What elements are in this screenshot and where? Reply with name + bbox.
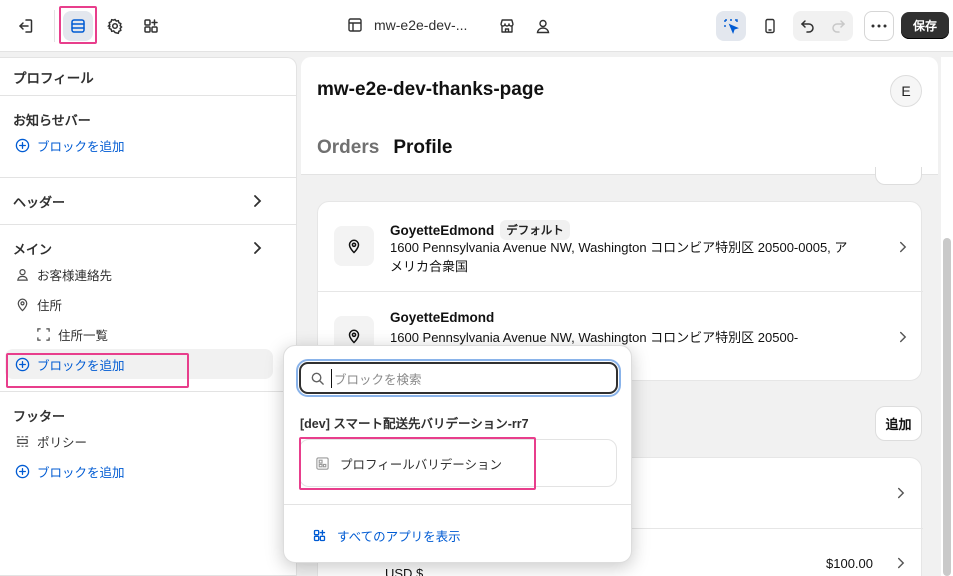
sidebar-header: プロフィール — [0, 58, 296, 96]
price: $100.00 — [826, 556, 873, 571]
block-item-label: プロフィールバリデーション — [340, 457, 503, 472]
save-button[interactable]: 保存 — [901, 12, 949, 39]
redo-button[interactable] — [823, 11, 853, 41]
chevron-right-icon — [898, 330, 907, 344]
add-block-label: ブロックを追加 — [37, 465, 125, 480]
show-all-apps-link[interactable]: すべてのアプリを表示 — [312, 526, 461, 545]
sections-icon — [69, 17, 87, 35]
app-block-icon — [315, 456, 330, 471]
default-badge: デフォルト — [500, 220, 570, 240]
apps-button[interactable] — [136, 11, 166, 41]
inspector-button[interactable] — [716, 11, 746, 41]
block-label: ポリシー — [37, 435, 88, 450]
announcement-title: お知らせバー — [13, 112, 91, 128]
inspector-icon — [722, 17, 740, 35]
location-icon — [15, 297, 30, 312]
block-label: お客様連絡先 — [37, 268, 113, 283]
announcement-section: お知らせバー ブロックを追加 — [0, 96, 296, 178]
account-icon — [534, 17, 552, 35]
preview-tabs: Orders Profile — [317, 137, 452, 159]
block-policy[interactable]: ポリシー — [0, 426, 296, 456]
currency: USD $ — [385, 566, 424, 576]
apps-icon — [142, 17, 160, 35]
preview-header: mw-e2e-dev-thanks-page E Orders Profile — [301, 57, 938, 175]
plus-circle-icon — [15, 464, 30, 479]
footer-section-title: フッター — [13, 408, 66, 424]
policy-icon — [15, 434, 30, 449]
store-button[interactable] — [492, 11, 522, 41]
location-icon — [346, 238, 362, 254]
chevron-right-icon — [252, 194, 262, 208]
chevron-right-icon[interactable] — [252, 241, 262, 255]
apps-icon — [312, 528, 327, 543]
location-icon — [346, 328, 362, 344]
address-name: GoyetteEdmond — [390, 310, 495, 325]
settings-icon — [106, 17, 124, 35]
footer-section: フッター ポリシー ブロックを追加 — [0, 392, 296, 494]
exit-icon — [16, 17, 34, 35]
header-section[interactable]: ヘッダー — [0, 178, 296, 225]
block-address[interactable]: 住所 — [0, 289, 296, 319]
preview-scrollbar-thumb[interactable] — [943, 238, 951, 576]
sections-sidebar: プロフィール お知らせバー ブロックを追加 ヘッダー メイン お客様連絡先 住所… — [0, 57, 297, 576]
sections-button[interactable] — [63, 11, 93, 41]
dashed-frame-icon — [36, 327, 51, 342]
divider — [284, 504, 631, 505]
search-placeholder: ブロックを検索 — [331, 368, 422, 388]
add-block-popover: ブロックを検索 [dev] スマート配送先バリデーション-rr7 プロフィールバ… — [283, 345, 632, 563]
plus-circle-icon — [15, 138, 30, 153]
announcement-add-block[interactable]: ブロックを追加 — [0, 130, 296, 160]
chevron-right-icon[interactable] — [896, 486, 905, 500]
block-address-list[interactable]: 住所一覧 — [0, 319, 296, 349]
tab-orders[interactable]: Orders — [317, 137, 379, 159]
undo-button[interactable] — [793, 11, 823, 41]
mobile-icon — [761, 17, 779, 35]
block-label: 住所 — [37, 298, 63, 313]
redo-icon — [829, 17, 847, 35]
page-selector[interactable]: mw-e2e-dev-... — [346, 16, 467, 34]
block-customer-contact[interactable]: お客様連絡先 — [0, 259, 296, 289]
page-icon — [346, 16, 364, 34]
mobile-preview-button[interactable] — [755, 11, 785, 41]
preview-page-title: mw-e2e-dev-thanks-page — [317, 79, 545, 100]
search-icon — [310, 371, 325, 386]
undo-icon — [799, 17, 817, 35]
main-add-block[interactable]: ブロックを追加 — [5, 349, 273, 379]
add-block-label: ブロックを追加 — [37, 139, 125, 154]
address-line: 1600 Pennsylvania Avenue NW, Washington … — [390, 240, 848, 274]
address-name-row: GoyetteEdmond デフォルト — [390, 220, 570, 240]
exit-button[interactable] — [10, 11, 40, 41]
page-title-label: mw-e2e-dev-... — [374, 17, 468, 33]
tab-profile[interactable]: Profile — [393, 137, 452, 159]
chevron-right-icon[interactable] — [896, 556, 905, 570]
profile-validation-block[interactable]: プロフィールバリデーション — [299, 439, 617, 487]
app-group-title: [dev] スマート配送先バリデーション-rr7 — [300, 417, 529, 431]
account-button[interactable] — [528, 11, 558, 41]
address-name-row: GoyetteEdmond — [390, 310, 494, 325]
add-block-label: ブロックを追加 — [37, 358, 125, 373]
block-search-input[interactable]: ブロックを検索 — [296, 359, 621, 397]
block-label: 住所一覧 — [58, 328, 109, 343]
address-name: GoyetteEdmond — [390, 222, 495, 238]
person-icon — [15, 267, 30, 282]
location-pin-tile — [334, 226, 374, 266]
more-icon — [871, 24, 887, 28]
main-section: メイン お客様連絡先 住所 住所一覧 ブロックを追加 — [0, 225, 296, 392]
more-button[interactable] — [864, 11, 894, 41]
add-button[interactable]: 追加 — [875, 406, 922, 441]
footer-add-block[interactable]: ブロックを追加 — [0, 456, 296, 486]
top-bar: mw-e2e-dev-... 保存 — [0, 0, 953, 52]
store-icon — [498, 17, 516, 35]
clipped-button — [875, 167, 922, 185]
avatar[interactable]: E — [890, 75, 922, 107]
plus-circle-icon — [15, 357, 30, 372]
settings-button[interactable] — [100, 11, 130, 41]
chevron-right-icon — [898, 240, 907, 254]
show-all-apps-label: すべてのアプリを表示 — [337, 530, 461, 544]
address-item[interactable]: GoyetteEdmond デフォルト 1600 Pennsylvania Av… — [318, 202, 923, 292]
